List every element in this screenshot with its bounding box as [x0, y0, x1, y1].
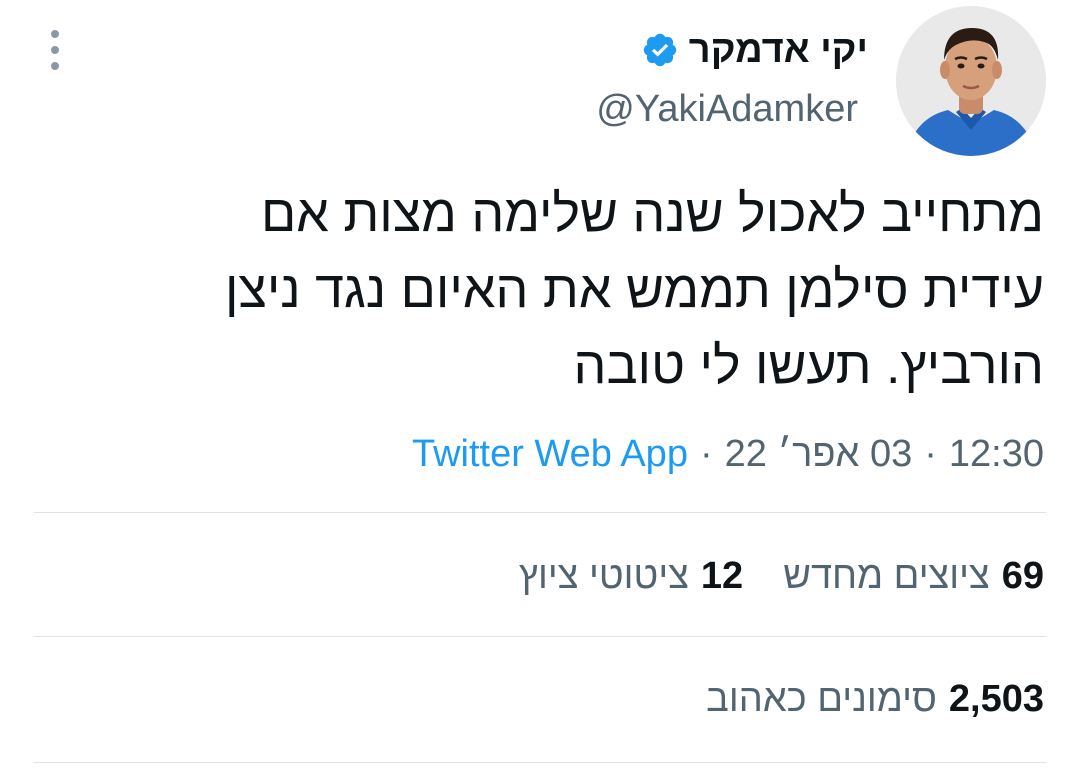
tweet-detail: יקי אדמקר @YakiAdamker מתחייב לאכול שנה … — [0, 0, 1080, 773]
tweet-date[interactable]: 03 אפר׳ 22 — [725, 433, 913, 476]
more-dot — [51, 46, 59, 54]
display-name[interactable]: יקי אדמקר — [689, 29, 868, 72]
likes-label: סימונים כאהוב — [706, 677, 937, 720]
avatar-photo — [896, 6, 1046, 156]
quotes-stat[interactable]: 12 ציטוטי ציוץ — [519, 555, 743, 598]
retweets-count: 69 — [1001, 554, 1044, 597]
more-options-icon[interactable] — [42, 30, 68, 70]
more-dot — [51, 62, 59, 70]
retweets-stat[interactable]: 69 ציוצים מחדש — [783, 555, 1044, 598]
divider — [34, 512, 1046, 513]
quotes-label: ציטוטי ציוץ — [518, 554, 689, 597]
tweet-time[interactable]: 12:30 — [949, 433, 1044, 476]
divider — [34, 636, 1046, 637]
avatar[interactable] — [896, 6, 1046, 156]
retweets-label: ציוצים מחדש — [783, 554, 990, 597]
tweet-meta: 12:30 · 03 אפר׳ 22 · Twitter Web App — [412, 426, 1044, 482]
quotes-count: 12 — [700, 554, 744, 597]
meta-separator: · — [699, 432, 713, 475]
verified-badge-icon — [643, 33, 677, 67]
likes-stat[interactable]: 2,503 סימונים כאהוב — [706, 678, 1044, 721]
author-name-row[interactable]: יקי אדמקר — [641, 24, 868, 76]
likes-count: 2,503 — [948, 677, 1044, 720]
meta-separator: · — [924, 432, 937, 475]
engagement-row: 69 ציוצים מחדש 12 ציטוטי ציוץ — [519, 548, 1044, 604]
source-app-link[interactable]: Twitter Web App — [412, 433, 688, 476]
more-dot — [51, 30, 59, 38]
tweet-text: מתחייב לאכול שנה שלימה מצות אם עידית סיל… — [225, 185, 1044, 395]
likes-row: 2,503 סימונים כאהוב — [706, 671, 1044, 727]
divider — [34, 762, 1046, 763]
author-handle[interactable]: @YakiAdamker — [596, 88, 858, 131]
